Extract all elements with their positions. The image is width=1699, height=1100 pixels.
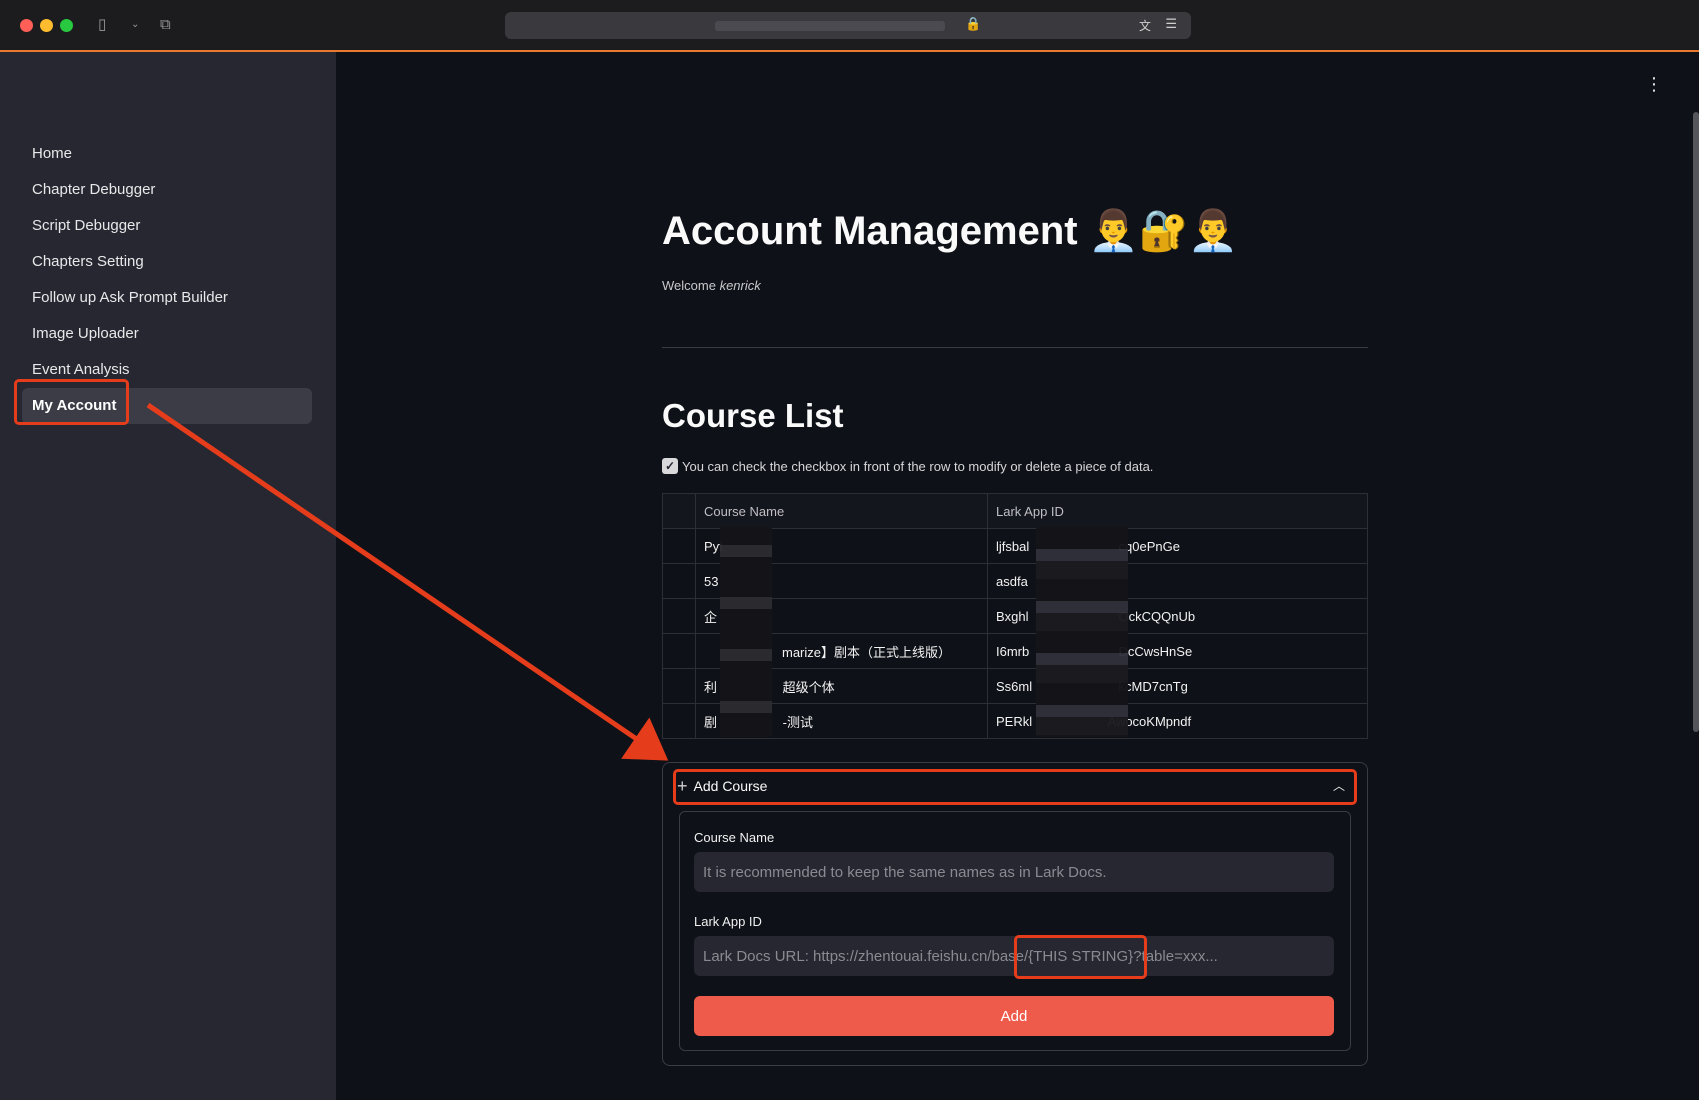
cell-id-start: PERkl xyxy=(996,713,1033,729)
translate-icon[interactable]: 文 xyxy=(1139,17,1151,34)
sidebar-item-chapters-setting[interactable]: Chapters Setting xyxy=(22,244,312,280)
minimize-window-icon[interactable] xyxy=(40,19,53,32)
row-select-cell[interactable] xyxy=(662,528,696,564)
cell-id-start: I6mrb xyxy=(996,643,1030,659)
annotation-highlight-add-course xyxy=(673,769,1357,805)
zoom-window-icon[interactable] xyxy=(60,19,73,32)
more-menu-icon[interactable]: ⋮ xyxy=(1645,74,1663,95)
cell-id-end: OckCQQnUb xyxy=(1118,608,1196,624)
reader-icon[interactable]: ☰ xyxy=(1165,17,1177,32)
checkbox-caption-text: You can check the checkbox in front of t… xyxy=(682,458,1154,474)
tabs-icon[interactable]: ⧉ xyxy=(160,15,171,33)
course-name-label: Course Name xyxy=(694,830,775,845)
row-select-cell[interactable] xyxy=(662,563,696,599)
cell-id-start: asdfa xyxy=(996,573,1028,589)
welcome-prefix: Welcome xyxy=(662,278,716,293)
row-select-cell[interactable] xyxy=(662,703,696,739)
sidebar: Home Chapter Debugger Script Debugger Ch… xyxy=(0,52,336,1100)
row-select-header[interactable] xyxy=(662,493,696,529)
column-header-course-name[interactable]: Course Name xyxy=(695,493,988,529)
sidebar-item-script-debugger[interactable]: Script Debugger xyxy=(22,208,312,244)
table-header-row: Course Name Lark App ID xyxy=(662,493,1368,529)
annotation-highlight-my-account xyxy=(14,379,129,425)
redaction-blur xyxy=(720,527,772,737)
sidebar-item-chapter-debugger[interactable]: Chapter Debugger xyxy=(22,172,312,208)
cell-id-end: kcMD7cnTg xyxy=(1118,678,1188,694)
lark-app-id-label: Lark App ID xyxy=(694,914,762,929)
checkmark-icon: ✓ xyxy=(662,458,678,474)
add-course-expander: + Add Course ︿ Course Name Lark App ID A… xyxy=(662,762,1368,1066)
address-bar[interactable]: 🔒 文 ☰ xyxy=(505,12,1191,39)
course-list-heading: Course List xyxy=(662,397,844,434)
close-window-icon[interactable] xyxy=(20,19,33,32)
username: kenrick xyxy=(719,278,761,293)
url-text-redacted xyxy=(715,21,945,31)
column-header-lark-app-id[interactable]: Lark App ID xyxy=(987,493,1368,529)
cell-id-start: Ss6ml xyxy=(996,678,1033,694)
sidebar-toggle-icon[interactable]: ▯ xyxy=(98,15,106,33)
cell-id-end: DcCwsHnSe xyxy=(1118,643,1193,659)
chevron-down-icon[interactable]: ⌄ xyxy=(131,19,139,30)
sidebar-item-home[interactable]: Home xyxy=(22,136,312,172)
course-name-input[interactable] xyxy=(694,852,1334,892)
cell-id-start: Bxghl xyxy=(996,608,1029,624)
row-select-cell[interactable] xyxy=(662,668,696,704)
row-select-cell[interactable] xyxy=(662,633,696,669)
sidebar-item-image-uploader[interactable]: Image Uploader xyxy=(22,316,312,352)
add-button[interactable]: Add xyxy=(694,996,1334,1036)
cell-id-start: ljfsbal xyxy=(996,538,1030,554)
divider xyxy=(662,347,1368,348)
checkbox-caption: ✓ You can check the checkbox in front of… xyxy=(662,458,1153,474)
row-select-cell[interactable] xyxy=(662,598,696,634)
title-bar: ▯ ⌄ ⧉ 🔒 文 ☰ xyxy=(0,0,1699,52)
redaction-blur xyxy=(1036,527,1128,737)
welcome-text: Welcome kenrick xyxy=(662,278,761,293)
annotation-highlight-this-string xyxy=(1014,935,1147,979)
add-course-form: Course Name Lark App ID Add xyxy=(679,811,1351,1051)
page-title: Account Management 👨‍💼🔐👨‍💼 xyxy=(662,209,1239,253)
lock-icon: 🔒 xyxy=(965,17,982,32)
browser-window: ▯ ⌄ ⧉ 🔒 文 ☰ Home Chapter Debugger Script… xyxy=(0,0,1699,1100)
sidebar-item-follow-up-ask-prompt-builder[interactable]: Follow up Ask Prompt Builder xyxy=(22,280,312,316)
scrollbar[interactable] xyxy=(1693,112,1699,732)
